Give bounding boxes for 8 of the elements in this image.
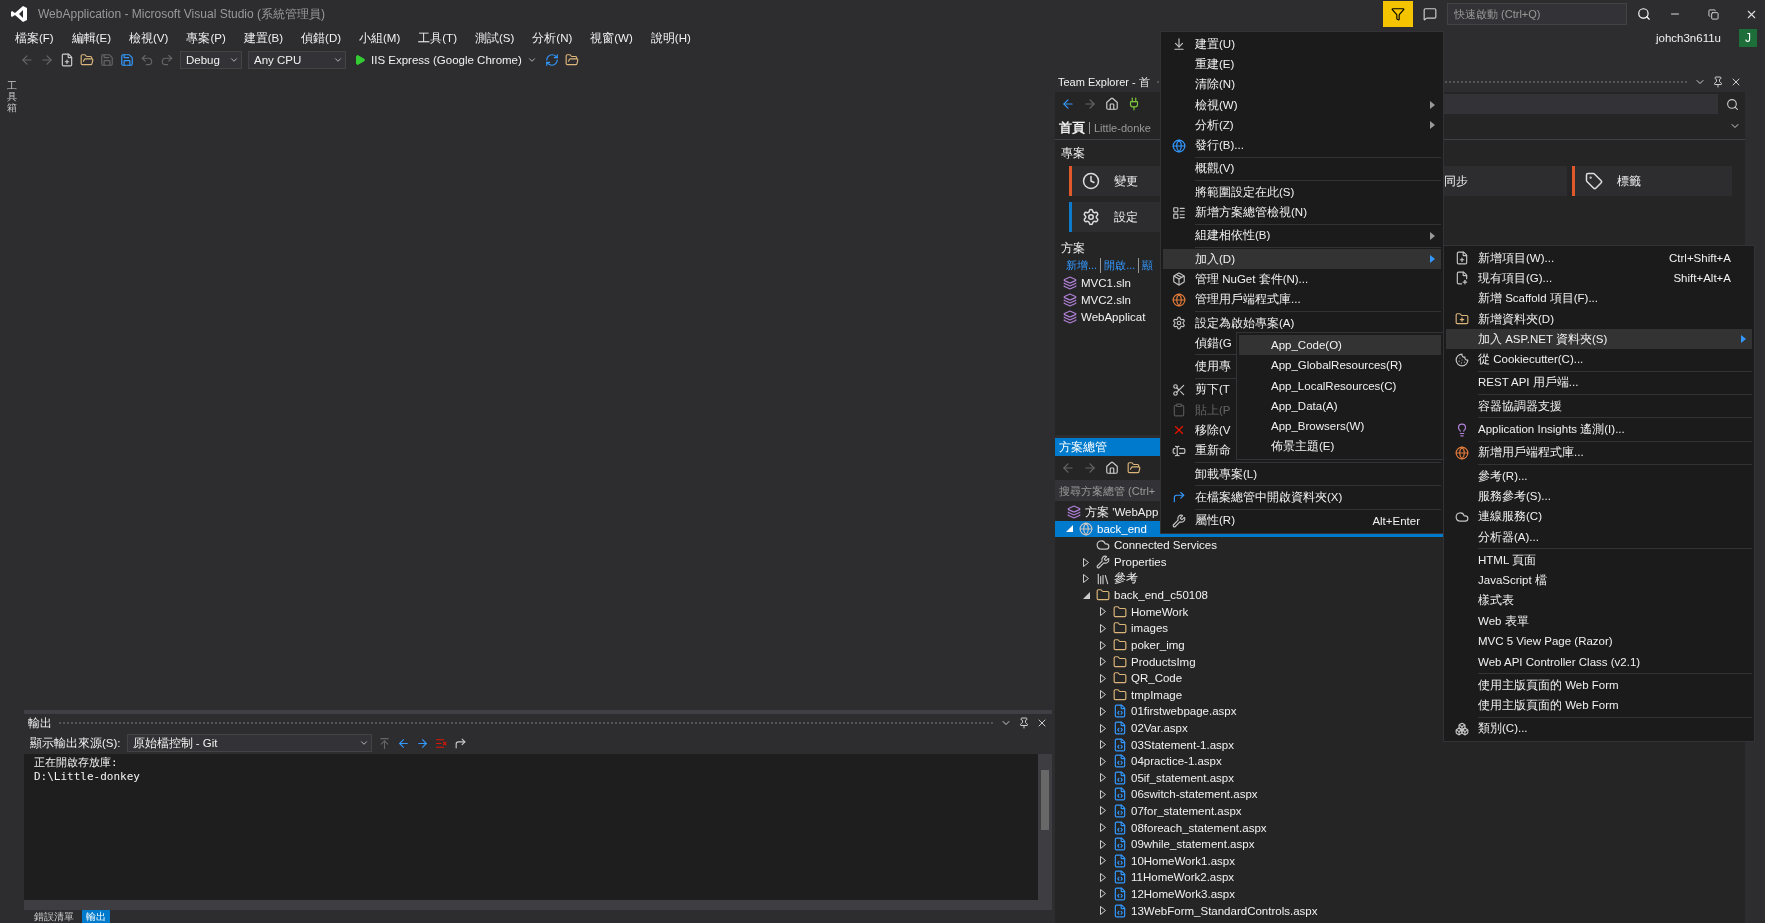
panel-title: 輸出 (28, 715, 52, 731)
window-title: WebApplication - Microsoft Visual Studio (系統管理員) (38, 5, 325, 23)
output-line: 正在開啟存放庫: (34, 756, 118, 770)
page-title: 首頁 (1059, 118, 1085, 137)
output-line: D:\Little-donkey (34, 770, 140, 784)
panel-title: Team Explorer - 首 (1058, 74, 1150, 90)
panel-title: 方案總管 (1059, 439, 1107, 455)
source-label: 顯示輸出來源(S): (30, 735, 121, 751)
